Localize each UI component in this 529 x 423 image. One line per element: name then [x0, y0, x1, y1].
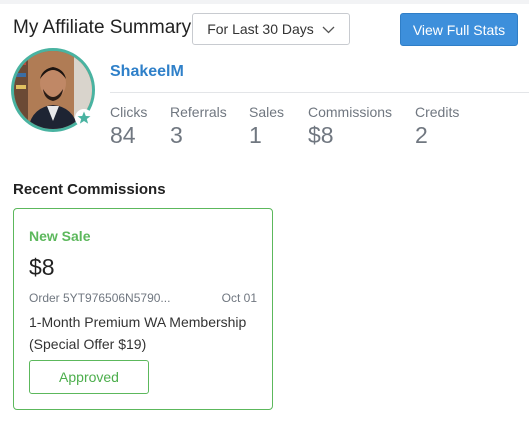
stat-commissions[interactable]: Commissions $8: [308, 104, 392, 149]
product-description: 1-Month Premium WA Membership (Special O…: [29, 314, 247, 352]
stat-value: 2: [415, 122, 428, 148]
star-icon: [75, 109, 93, 127]
approved-status-button[interactable]: Approved: [29, 360, 149, 394]
chevron-down-icon: [322, 26, 335, 33]
stat-value: 84: [110, 122, 136, 148]
stat-sales[interactable]: Sales 1: [249, 104, 284, 149]
commission-amount: $8: [29, 254, 55, 280]
stat-label: Credits: [415, 104, 460, 120]
stat-label: Commissions: [308, 104, 393, 120]
period-dropdown[interactable]: For Last 30 Days: [192, 13, 350, 45]
stat-label: Referrals: [170, 104, 227, 120]
order-id: Order 5YT976506N5790...: [29, 291, 171, 305]
page-title: My Affiliate Summary: [13, 17, 192, 38]
stat-clicks[interactable]: Clicks 84: [110, 104, 147, 149]
commission-date: Oct 01: [221, 291, 257, 305]
top-strip: [0, 0, 529, 4]
recent-commissions-heading: Recent Commissions: [13, 181, 166, 198]
stat-value: 1: [249, 122, 262, 148]
stat-label: Clicks: [110, 104, 148, 120]
avatar-container: [11, 48, 95, 132]
sale-tag: New Sale: [29, 228, 91, 244]
period-dropdown-label: For Last 30 Days: [207, 21, 314, 37]
stat-value: 3: [170, 122, 183, 148]
stat-label: Sales: [249, 104, 285, 120]
username-link[interactable]: ShakeelM: [110, 63, 184, 81]
view-full-stats-button[interactable]: View Full Stats: [400, 13, 518, 46]
stat-value: $8: [308, 122, 334, 148]
stat-referrals[interactable]: Referrals 3: [170, 104, 227, 149]
commission-card[interactable]: New Sale $8 Order 5YT976506N5790... Oct …: [13, 208, 273, 410]
stat-credits[interactable]: Credits 2: [415, 104, 459, 149]
profile-divider: [110, 92, 529, 93]
